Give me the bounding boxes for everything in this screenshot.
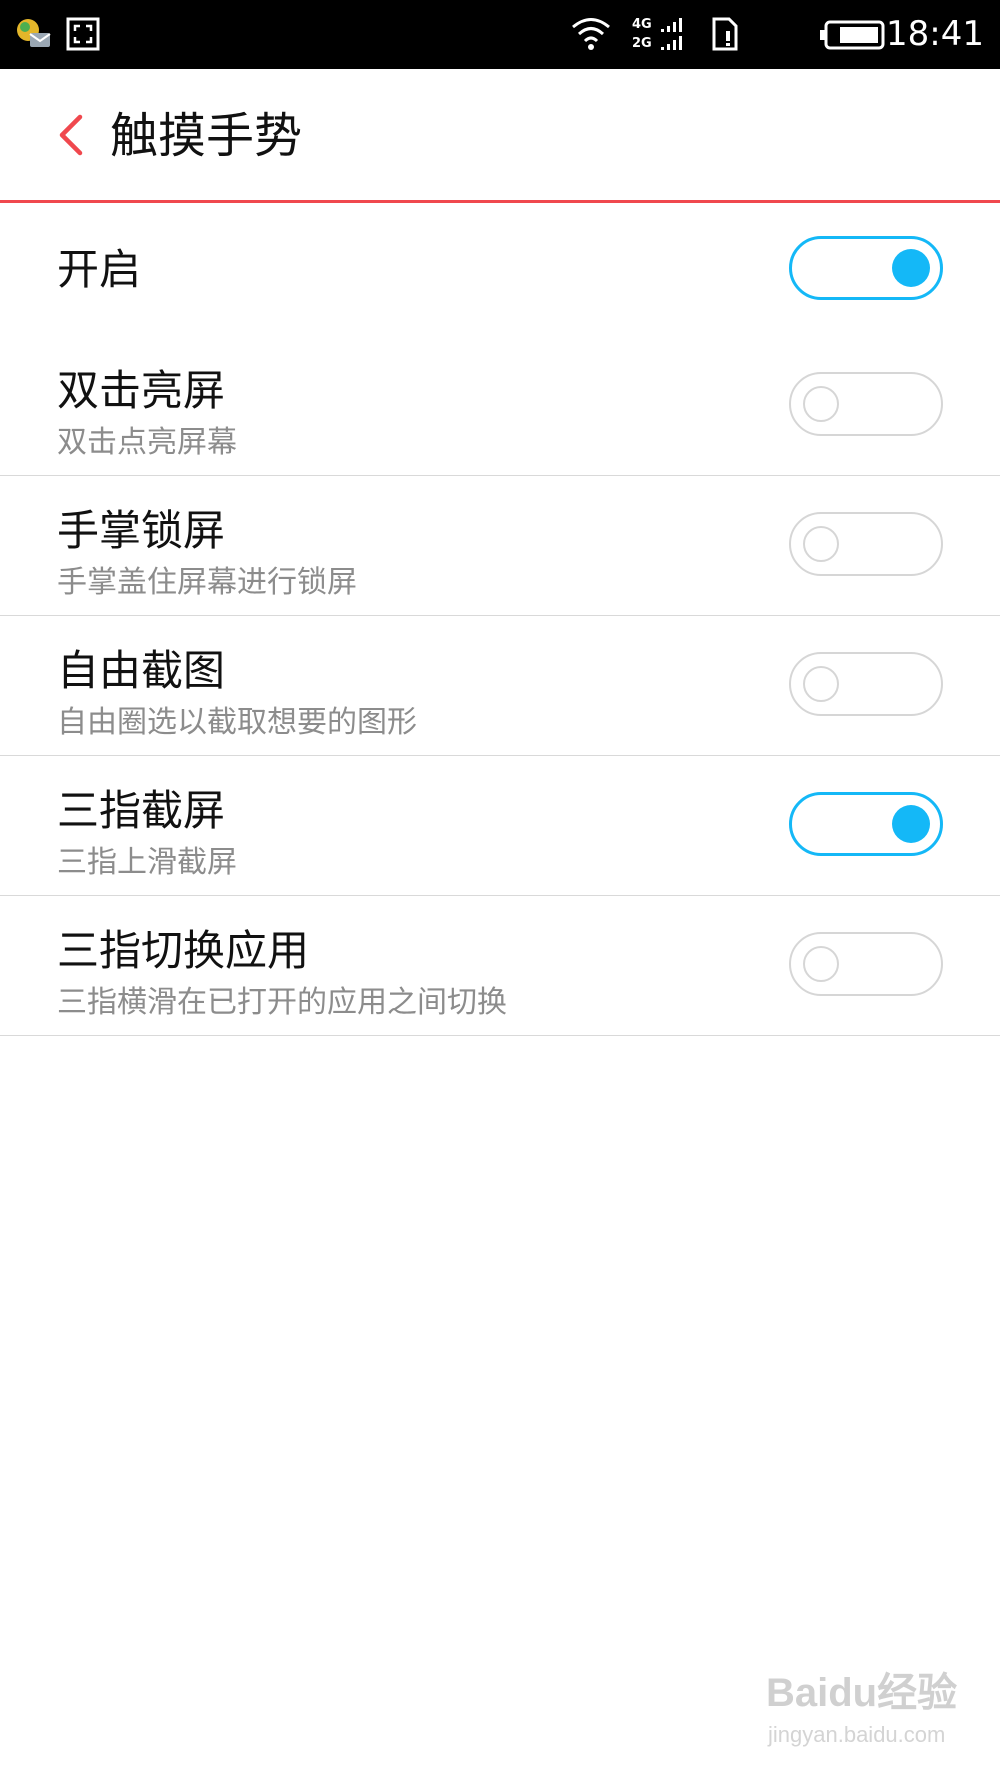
wifi-icon: [572, 18, 610, 50]
gesture-title: 三指截屏: [57, 786, 226, 835]
watermark-url: jingyan.baidu.com: [768, 1722, 946, 1747]
free-screenshot-toggle[interactable]: [789, 652, 943, 716]
screenshot-icon: [66, 17, 100, 51]
gesture-title: 三指切换应用: [57, 926, 310, 975]
double-tap-wake-toggle[interactable]: [789, 372, 943, 436]
gesture-row-free-screenshot[interactable]: 自由截图 自由圈选以截取想要的图形: [0, 616, 1000, 756]
gesture-row-palm-lock[interactable]: 手掌锁屏 手掌盖住屏幕进行锁屏: [0, 476, 1000, 616]
watermark-logo-text: Baidu经验: [766, 1671, 958, 1715]
gesture-title: 自由截图: [57, 646, 226, 695]
status-time: 18:41: [886, 14, 984, 54]
gesture-row-double-tap-wake[interactable]: 双击亮屏 双击点亮屏幕: [0, 336, 1000, 476]
app-bar: 触摸手势: [0, 69, 1000, 203]
status-bar: 4G 2G 18:41: [0, 0, 1000, 69]
battery-icon: [820, 20, 885, 50]
page-title: 触摸手势: [110, 108, 303, 164]
master-switch-row[interactable]: 开启: [0, 203, 1000, 334]
gesture-subtitle: 三指上滑截屏: [57, 845, 237, 880]
gesture-subtitle: 手掌盖住屏幕进行锁屏: [57, 565, 357, 600]
palm-lock-toggle[interactable]: [789, 512, 943, 576]
toggle-knob: [803, 946, 839, 982]
network-type-4g-label: 4G: [632, 17, 652, 32]
toggle-knob: [892, 249, 930, 287]
gesture-subtitle: 双击点亮屏幕: [57, 425, 237, 460]
three-finger-switch-app-toggle[interactable]: [789, 932, 943, 996]
gesture-title: 双击亮屏: [57, 366, 226, 415]
sim-card-icon: [712, 17, 738, 51]
three-finger-screenshot-toggle[interactable]: [789, 792, 943, 856]
gesture-subtitle: 三指横滑在已打开的应用之间切换: [57, 985, 507, 1020]
gesture-row-three-finger-screenshot[interactable]: 三指截屏 三指上滑截屏: [0, 756, 1000, 896]
gesture-subtitle: 自由圈选以截取想要的图形: [57, 705, 417, 740]
notification-app-icon: [17, 19, 51, 47]
toggle-knob: [803, 526, 839, 562]
chevron-left-icon[interactable]: [50, 113, 90, 157]
baidu-jingyan-watermark: Baidu经验 jingyan.baidu.com: [766, 1668, 966, 1758]
master-switch-label: 开启: [57, 245, 142, 294]
network-type-2g-label: 2G: [632, 36, 652, 51]
cellular-signal-icon: [661, 18, 682, 50]
toggle-knob: [803, 386, 839, 422]
gesture-row-three-finger-switch-app[interactable]: 三指切换应用 三指横滑在已打开的应用之间切换: [0, 896, 1000, 1036]
gesture-title: 手掌锁屏: [57, 506, 226, 555]
master-switch-toggle[interactable]: [789, 236, 943, 300]
toggle-knob: [803, 666, 839, 702]
toggle-knob: [892, 805, 930, 843]
